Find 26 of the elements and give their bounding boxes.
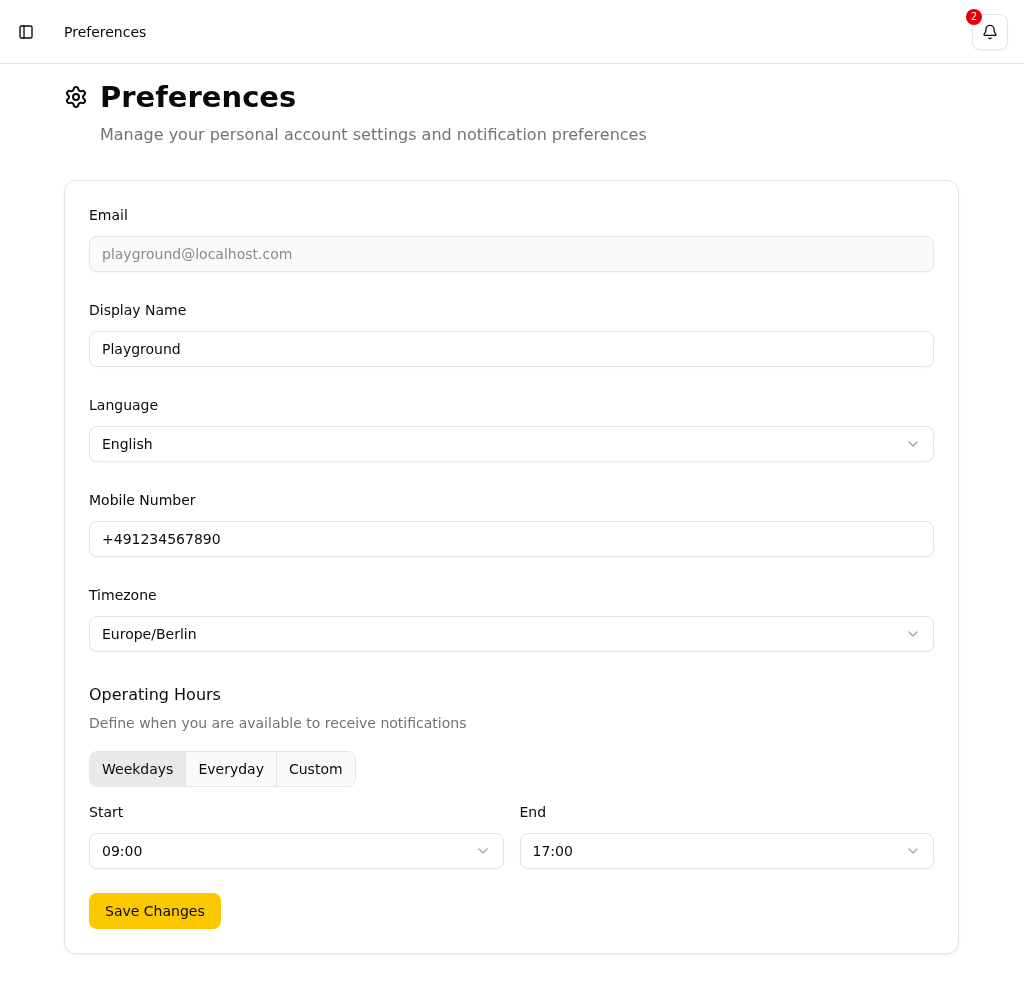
field-label: Language (89, 396, 160, 415)
select-field[interactable]: Europe/Berlin (89, 616, 934, 652)
section-title: Operating Hours (89, 684, 222, 706)
select-field[interactable]: 17:00 (519, 833, 934, 869)
field-label: Email (89, 206, 129, 225)
header-title: Preferences (64, 22, 148, 42)
select-field[interactable]: English (89, 426, 934, 462)
input-field[interactable]: Playground (89, 331, 934, 367)
field-label: Start (89, 803, 125, 822)
field-label: Mobile Number (89, 491, 197, 510)
bell-icon (982, 23, 998, 40)
schedule-option[interactable]: Custom (275, 752, 355, 786)
field-label: Timezone (89, 586, 158, 605)
notification-count-badge: 2 (966, 8, 982, 25)
notifications-button[interactable] (972, 13, 1008, 50)
select-field[interactable]: 09:00 (89, 833, 504, 869)
save-button[interactable]: Save Changes (89, 893, 221, 929)
sidebar-icon (18, 23, 34, 40)
section-description: Define when you are available to receive notifications (89, 714, 468, 733)
page-subtitle: Manage your personal account settings and notification preferences (100, 124, 648, 146)
settings-icon (64, 85, 88, 109)
field-label: End (519, 803, 548, 822)
page-title: Preferences (100, 79, 297, 115)
input-field[interactable]: +491234567890 (89, 521, 934, 557)
field-label: Display Name (89, 301, 188, 320)
schedule-option[interactable]: Weekdays (90, 752, 186, 786)
